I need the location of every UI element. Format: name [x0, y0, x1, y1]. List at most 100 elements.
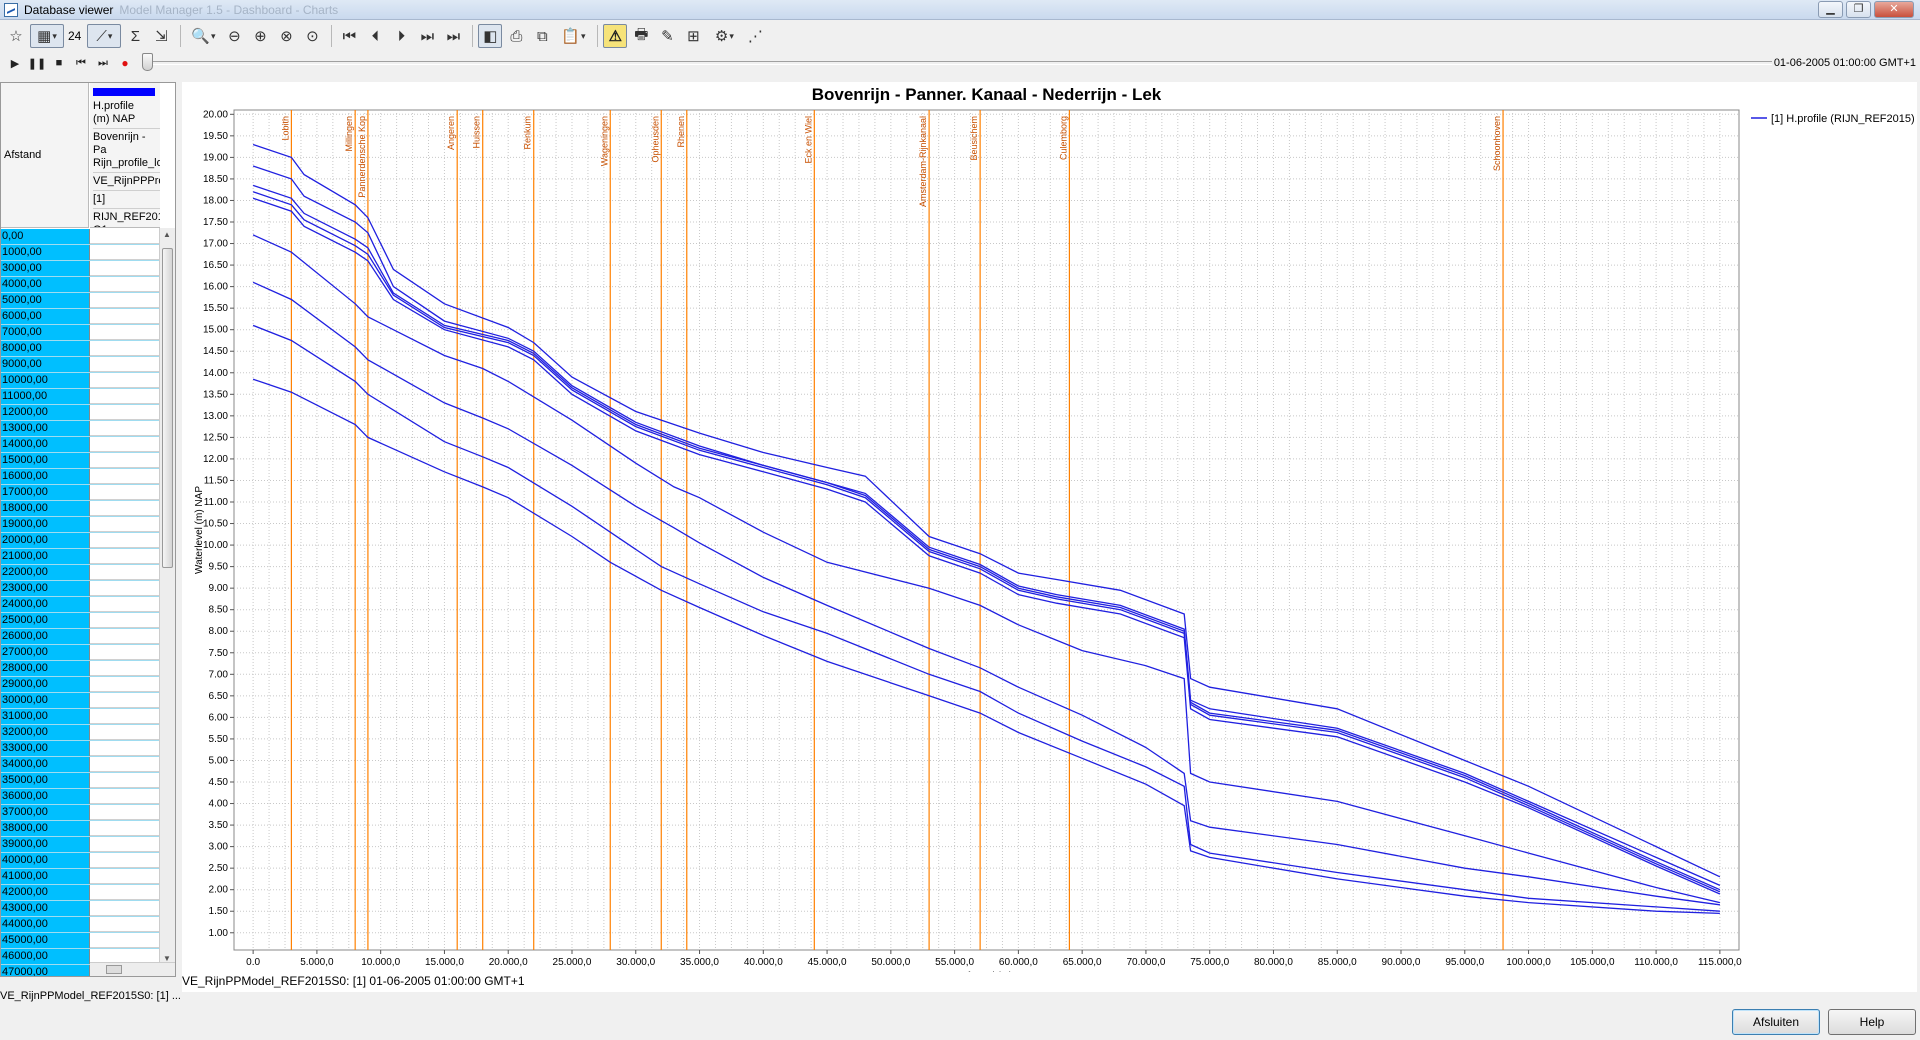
- table-row[interactable]: 44000,00: [1, 917, 160, 933]
- table-row[interactable]: 18000,00: [1, 501, 160, 517]
- row-value-cell[interactable]: [90, 421, 160, 436]
- row-header-afstand[interactable]: 4000,00: [1, 277, 90, 292]
- row-header-afstand[interactable]: 12000,00: [1, 405, 90, 420]
- row-header-afstand[interactable]: 1000,00: [1, 245, 90, 260]
- row-header-afstand[interactable]: 11000,00: [1, 389, 90, 404]
- row-header-afstand[interactable]: 10000,00: [1, 373, 90, 388]
- table-row[interactable]: 21000,00: [1, 549, 160, 565]
- table-row[interactable]: 43000,00: [1, 901, 160, 917]
- row-header-afstand[interactable]: 24000,00: [1, 597, 90, 612]
- table-row[interactable]: 34000,00: [1, 757, 160, 773]
- play-icon[interactable]: ▶: [4, 53, 26, 73]
- table-row[interactable]: 16000,00: [1, 469, 160, 485]
- table-row[interactable]: 24000,00: [1, 597, 160, 613]
- table-row[interactable]: 38000,00: [1, 821, 160, 837]
- row-value-cell[interactable]: [90, 517, 160, 532]
- edit-chart-icon[interactable]: ✎: [655, 24, 679, 48]
- row-value-cell[interactable]: [90, 885, 160, 900]
- scroll-up-icon[interactable]: ▲: [163, 230, 171, 239]
- row-header-afstand[interactable]: 0,00: [1, 229, 90, 244]
- table-row[interactable]: 9000,00: [1, 357, 160, 373]
- row-header-afstand[interactable]: 33000,00: [1, 741, 90, 756]
- legend-entry[interactable]: [1] H.profile (RIJN_REF2015): [1771, 113, 1915, 125]
- table-row[interactable]: 30000,00: [1, 693, 160, 709]
- row-header-afstand[interactable]: 8000,00: [1, 341, 90, 356]
- row-value-cell[interactable]: [90, 501, 160, 516]
- table-row[interactable]: 12000,00: [1, 405, 160, 421]
- export-icon[interactable]: ⇲: [149, 24, 173, 48]
- chart-panel[interactable]: Bovenrijn - Panner. Kanaal - Nederrijn -…: [182, 82, 1917, 992]
- table-row[interactable]: 20000,00: [1, 533, 160, 549]
- settings-icon[interactable]: ⚙: [707, 24, 741, 48]
- row-value-cell[interactable]: [90, 805, 160, 820]
- zoom-in-icon[interactable]: 🔍: [186, 24, 220, 48]
- row-value-cell[interactable]: [90, 821, 160, 836]
- table-row[interactable]: 17000,00: [1, 485, 160, 501]
- last-icon[interactable]: ⏭: [441, 24, 465, 48]
- row-value-cell[interactable]: [90, 453, 160, 468]
- table-row[interactable]: 33000,00: [1, 741, 160, 757]
- row-value-cell[interactable]: [90, 645, 160, 660]
- row-value-cell[interactable]: [90, 405, 160, 420]
- row-header-afstand[interactable]: 9000,00: [1, 357, 90, 372]
- row-header-afstand[interactable]: 37000,00: [1, 805, 90, 820]
- row-value-cell[interactable]: [90, 373, 160, 388]
- row-value-cell[interactable]: [90, 597, 160, 612]
- pause-icon[interactable]: ❚❚: [26, 53, 48, 73]
- first-icon[interactable]: ⏮: [337, 24, 361, 48]
- row-header-afstand[interactable]: 20000,00: [1, 533, 90, 548]
- row-header-afstand[interactable]: 47000,00: [1, 965, 90, 976]
- row-value-cell[interactable]: [90, 261, 160, 276]
- row-header-afstand[interactable]: 14000,00: [1, 437, 90, 452]
- time-slider-thumb[interactable]: [142, 53, 153, 71]
- row-value-cell[interactable]: [90, 933, 160, 948]
- table-row[interactable]: 37000,00: [1, 805, 160, 821]
- chart-view-icon[interactable]: ⟋: [87, 24, 122, 48]
- row-value-cell[interactable]: [90, 613, 160, 628]
- table-row[interactable]: 26000,00: [1, 629, 160, 645]
- favorites-icon[interactable]: ☆: [4, 24, 28, 48]
- row-header-afstand[interactable]: 25000,00: [1, 613, 90, 628]
- row-value-cell[interactable]: [90, 709, 160, 724]
- table-row[interactable]: 27000,00: [1, 645, 160, 661]
- row-value-cell[interactable]: [90, 837, 160, 852]
- row-header-afstand[interactable]: 38000,00: [1, 821, 90, 836]
- row-value-cell[interactable]: [90, 901, 160, 916]
- row-value-cell[interactable]: [90, 245, 160, 260]
- row-header-afstand[interactable]: 19000,00: [1, 517, 90, 532]
- print-icon[interactable]: ⎙: [504, 24, 528, 48]
- sum-icon[interactable]: Σ: [123, 24, 147, 48]
- table-row[interactable]: 19000,00: [1, 517, 160, 533]
- row-value-cell[interactable]: [90, 533, 160, 548]
- row-header-afstand[interactable]: 35000,00: [1, 773, 90, 788]
- table-row[interactable]: 15000,00: [1, 453, 160, 469]
- table-row[interactable]: 35000,00: [1, 773, 160, 789]
- report-icon[interactable]: 🖶: [629, 24, 653, 48]
- row-header-afstand[interactable]: 6000,00: [1, 309, 90, 324]
- zoom-out-icon[interactable]: ⊖: [222, 24, 246, 48]
- row-value-cell[interactable]: [90, 581, 160, 596]
- row-header-afstand[interactable]: 7000,00: [1, 325, 90, 340]
- table-row[interactable]: 14000,00: [1, 437, 160, 453]
- row-value-cell[interactable]: [90, 549, 160, 564]
- row-header-afstand[interactable]: 13000,00: [1, 421, 90, 436]
- row-header-afstand[interactable]: 28000,00: [1, 661, 90, 676]
- table-horizontal-scroll-thumb[interactable]: [106, 965, 122, 974]
- table-row[interactable]: 6000,00: [1, 309, 160, 325]
- prev-icon[interactable]: ⏴: [363, 24, 387, 48]
- scatter-icon[interactable]: ⋰: [743, 24, 767, 48]
- table-row[interactable]: 36000,00: [1, 789, 160, 805]
- row-value-cell[interactable]: [90, 773, 160, 788]
- table-row[interactable]: 23000,00: [1, 581, 160, 597]
- time-slider[interactable]: [142, 53, 1772, 71]
- close-dialog-button[interactable]: Afsluiten: [1732, 1009, 1820, 1035]
- warning-icon[interactable]: ⚠: [603, 24, 628, 48]
- table-row[interactable]: 10000,00: [1, 373, 160, 389]
- table-row[interactable]: 5000,00: [1, 293, 160, 309]
- row-value-cell[interactable]: [90, 469, 160, 484]
- next-icon[interactable]: ⏵: [389, 24, 413, 48]
- row-header-afstand[interactable]: 36000,00: [1, 789, 90, 804]
- table-row[interactable]: 32000,00: [1, 725, 160, 741]
- row-value-cell[interactable]: [90, 229, 160, 244]
- paste-icon[interactable]: 📋: [556, 24, 590, 48]
